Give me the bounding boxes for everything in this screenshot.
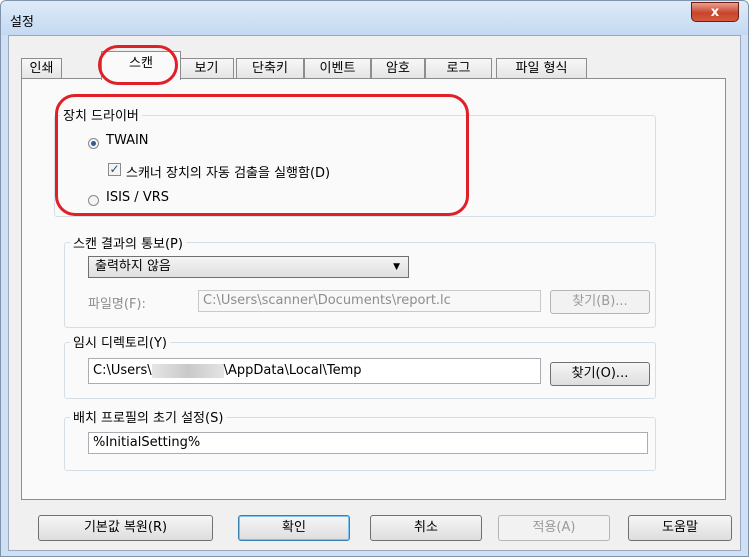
cancel-button[interactable]: 취소 [370,515,482,541]
apply-button[interactable]: 적용(A) [498,515,610,541]
filename-field[interactable]: C:\Users\scanner\Documents\report.lc [198,290,541,312]
temp-dir-path-prefix: C:\Users\ [93,363,152,378]
browse-temp-dir-button[interactable]: 찾기(O)... [550,362,650,386]
batch-profile-title: 배치 프로필의 초기 설정(S) [70,407,227,426]
close-button[interactable]: x [691,2,739,22]
redacted-username [151,363,224,378]
temp-dir-path-suffix: \AppData\Local\Temp [223,363,362,378]
tab-events[interactable]: 이벤트 [304,58,371,79]
batch-profile-field[interactable]: %InitialSetting% [88,432,648,454]
tab-shortcuts[interactable]: 단축키 [236,58,304,79]
notification-title: 스캔 결과의 통보(P) [70,233,186,252]
temp-dir-field[interactable]: C:\Users\ \AppData\Local\Temp [88,358,541,384]
notification-group [64,242,656,328]
tab-file-format[interactable]: 파일 형식 [496,58,587,79]
tab-password[interactable]: 암호 [371,58,425,79]
ok-button[interactable]: 확인 [238,515,350,541]
scan-tab-highlight-annotation [98,45,178,85]
tab-view[interactable]: 보기 [179,58,234,79]
browse-filename-button[interactable]: 찾기(B)... [550,290,650,314]
tab-log[interactable]: 로그 [425,58,492,79]
filename-label: 파일명(F): [88,297,146,312]
window-title: 설정 [10,15,34,30]
dropdown-arrow-icon: ▼ [393,262,400,272]
notification-selected-value: 출력하지 않음 [95,259,171,274]
help-button[interactable]: 도움말 [628,515,732,541]
notification-select[interactable]: 출력하지 않음 ▼ [88,256,409,278]
driver-highlight-annotation [55,94,469,216]
temp-dir-title: 임시 디렉토리(Y) [70,332,170,351]
title-bar: 설정 x [1,1,748,35]
restore-defaults-button[interactable]: 기본값 복원(R) [38,515,213,541]
tab-print[interactable]: 인쇄 [21,58,62,79]
